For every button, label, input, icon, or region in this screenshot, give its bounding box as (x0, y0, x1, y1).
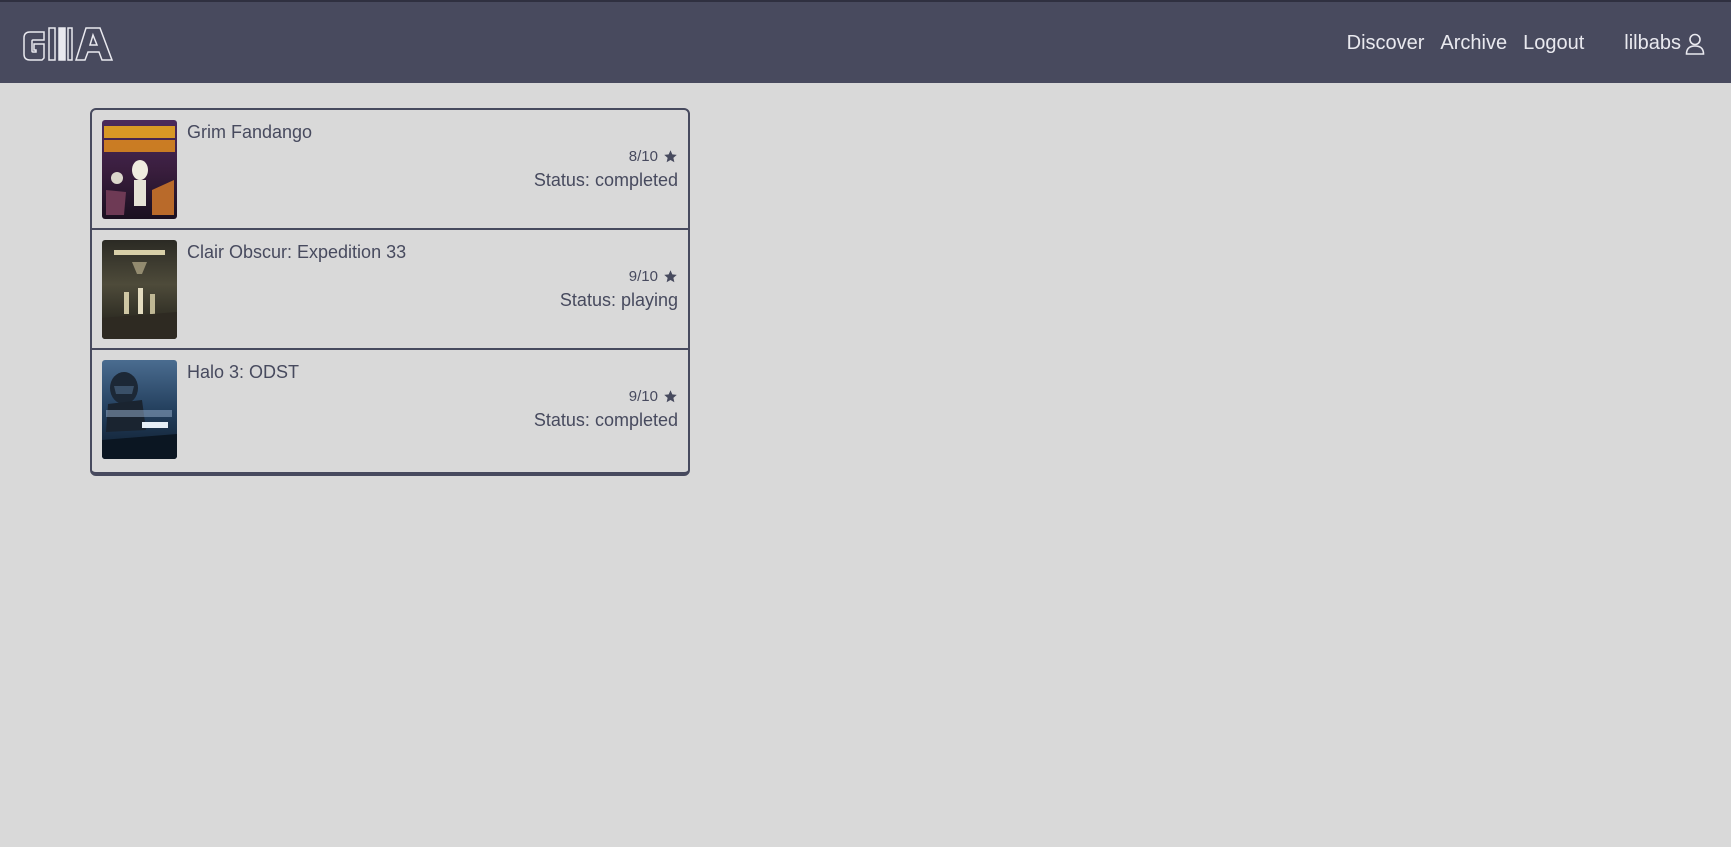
username: lilbabs (1624, 32, 1681, 54)
game-status: Status: completed (533, 170, 678, 190)
game-title: Grim Fandango (187, 122, 313, 142)
game-list: Grim Fandango 8/10 Status: completed Cla… (90, 108, 690, 476)
rating-value: 9/10 (628, 388, 658, 405)
rating-value: 8/10 (628, 148, 658, 165)
star-icon (664, 390, 677, 403)
game-title: Halo 3: ODST (187, 362, 300, 382)
star-icon (664, 270, 677, 283)
nav-links: Discover Archive Logout lilbabs (1331, 2, 1705, 85)
user-icon (1685, 33, 1705, 55)
game-item-halo-odst[interactable]: Halo 3: ODST 9/10 Status: completed (92, 350, 688, 472)
game-item-expedition-33[interactable]: Clair Obscur: Expedition 33 9/10 Status:… (92, 230, 688, 350)
nav-logout-link[interactable]: Logout (1523, 32, 1584, 55)
expedition-33-cover (102, 240, 177, 339)
game-title: Clair Obscur: Expedition 33 (187, 242, 407, 262)
game-status: Status: playing (559, 290, 678, 310)
halo-odst-cover (102, 360, 177, 459)
navbar: Discover Archive Logout lilbabs (0, 0, 1731, 83)
rating-value: 9/10 (628, 268, 658, 285)
game-rating: 9/10 (629, 388, 678, 405)
grim-fandango-cover (102, 120, 177, 219)
game-status: Status: completed (533, 410, 678, 430)
game-item-grim-fandango[interactable]: Grim Fandango 8/10 Status: completed (92, 110, 688, 230)
game-rating: 9/10 (629, 268, 678, 285)
giia-logo[interactable] (22, 24, 122, 66)
nav-discover-link[interactable]: Discover (1347, 32, 1425, 55)
nav-archive-link[interactable]: Archive (1440, 32, 1507, 55)
star-icon (664, 150, 677, 163)
game-rating: 8/10 (629, 148, 678, 165)
user-menu[interactable]: lilbabs (1624, 32, 1705, 55)
